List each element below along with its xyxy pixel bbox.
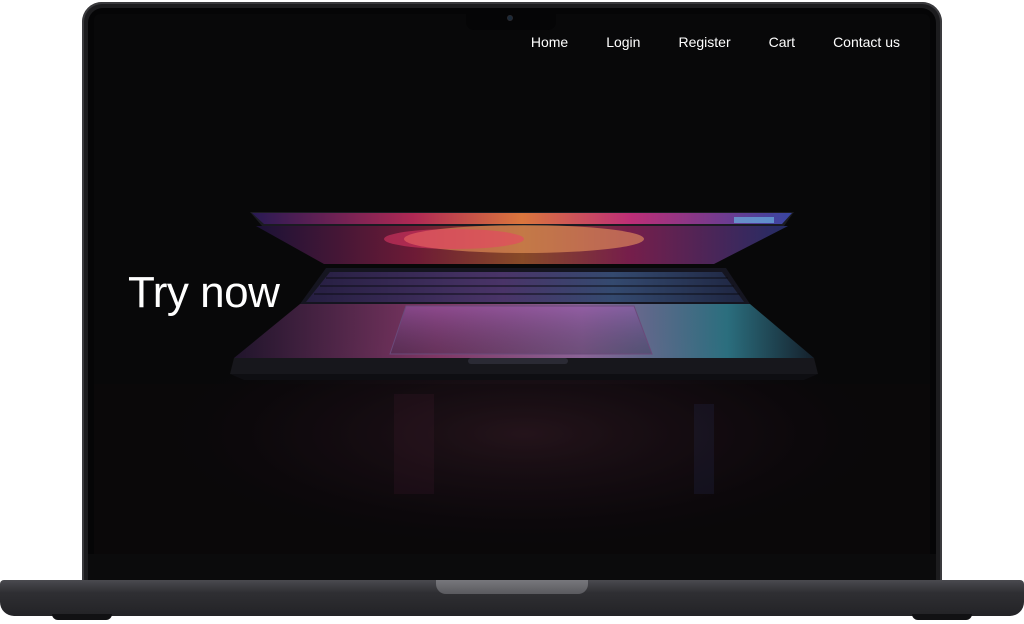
camera-notch [466, 8, 556, 30]
camera-icon [508, 16, 512, 20]
nav-login[interactable]: Login [606, 34, 640, 50]
right-foot [912, 614, 972, 620]
nav-contact-us[interactable]: Contact us [833, 34, 900, 50]
device-mockup: Home Login Register Cart Contact us Try … [0, 0, 1024, 624]
lid-opening-notch [436, 580, 588, 594]
left-foot [52, 614, 112, 620]
nav-cart[interactable]: Cart [769, 34, 795, 50]
main-nav: Home Login Register Cart Contact us [531, 34, 900, 50]
nav-home[interactable]: Home [531, 34, 568, 50]
laptop-base [0, 580, 1024, 616]
hero-title[interactable]: Try now [128, 268, 280, 318]
nav-register[interactable]: Register [678, 34, 730, 50]
website-screen: Home Login Register Cart Contact us Try … [94, 14, 930, 554]
screen-chin [88, 554, 936, 582]
laptop-lid: Home Login Register Cart Contact us Try … [82, 2, 942, 582]
